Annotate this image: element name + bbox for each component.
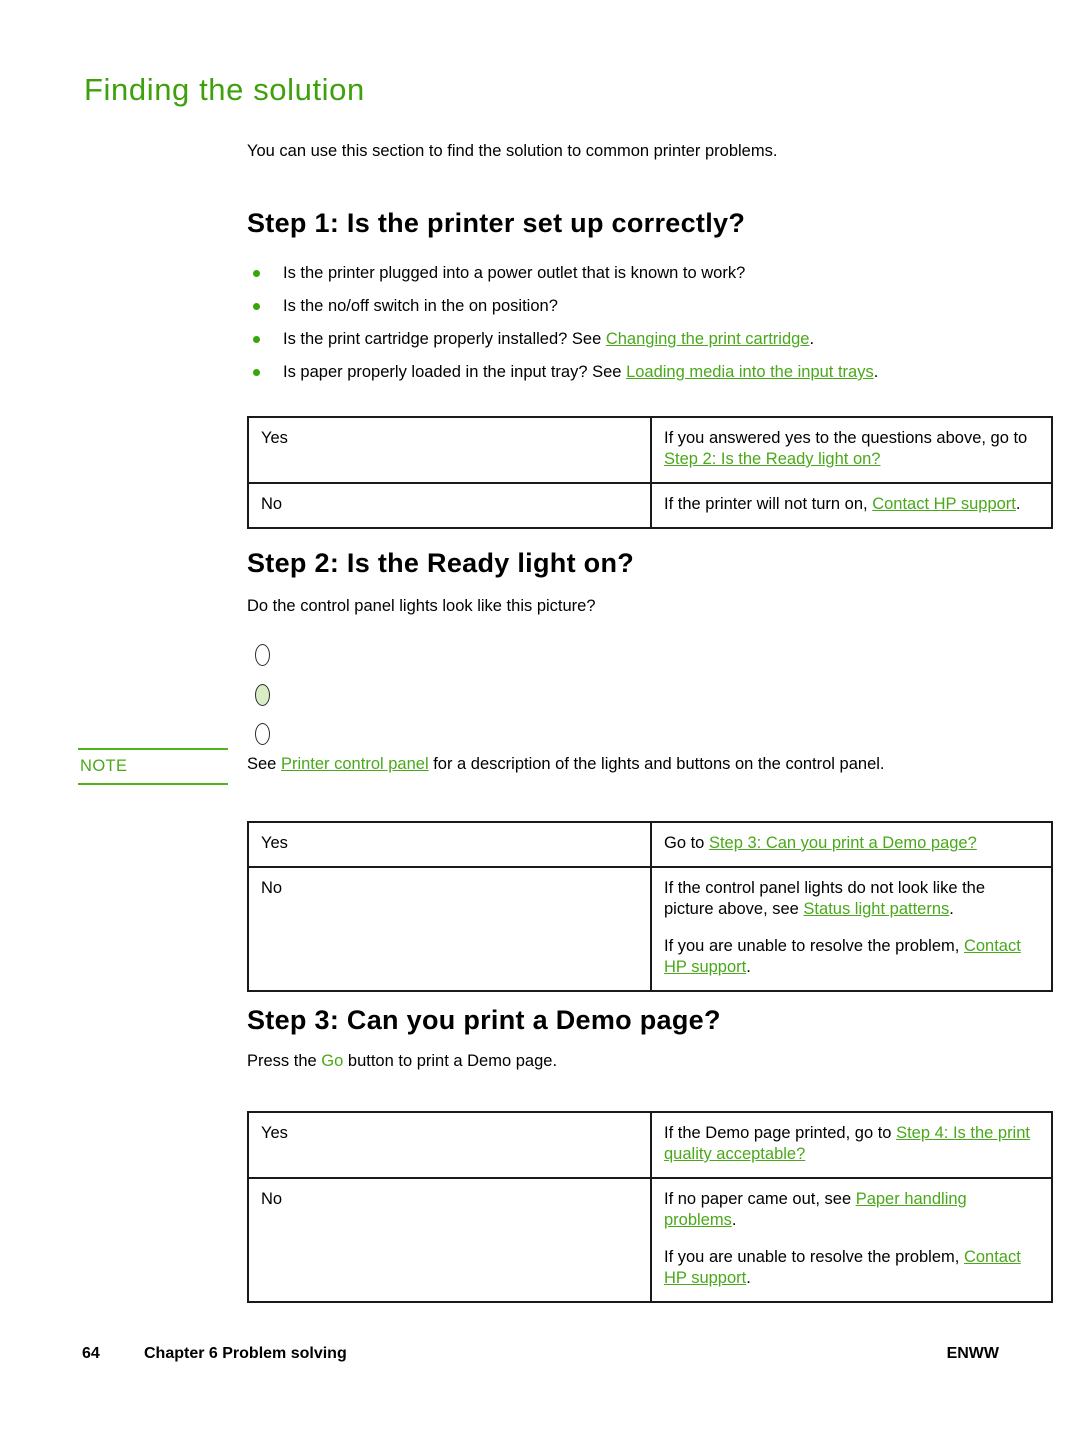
bullet-text-after: .	[809, 330, 815, 348]
answer-text-2: If you are unable to resolve the problem…	[664, 936, 1039, 978]
answer-no-cell: No	[247, 482, 652, 529]
answer-no-cell: No	[247, 1177, 652, 1303]
answer-yes-cell: Yes	[247, 1111, 652, 1179]
answer-text: If the Demo page printed, go to Step 4: …	[664, 1123, 1039, 1165]
answer-yes-cell: Yes	[247, 821, 652, 868]
answer-no-action-cell: If no paper came out, see Paper handling…	[650, 1177, 1053, 1303]
link-changing-the-print-cartridge[interactable]: Changing the print cartridge	[606, 330, 810, 348]
text-after: .	[731, 1211, 737, 1229]
answer-yes-action-cell: Go to Step 3: Can you print a Demo page?	[650, 821, 1053, 868]
bullet-text: Is the printer plugged into a power outl…	[283, 264, 746, 282]
list-item: Is the print cartridge properly installe…	[247, 328, 999, 350]
text-before: If no paper came out, see	[664, 1190, 856, 1208]
text-after: .	[746, 1269, 751, 1287]
table-row: Yes If you answered yes to the questions…	[247, 416, 1053, 484]
answer-label: Yes	[261, 834, 288, 852]
text-before: See	[247, 755, 281, 773]
text-before: Go to	[664, 834, 709, 852]
step-1-heading: Step 1: Is the printer set up correctly?	[247, 208, 746, 238]
answer-label: Yes	[261, 429, 288, 447]
step-2-intro: Do the control panel lights look like th…	[247, 595, 999, 617]
footer-left: 64 Chapter 6 Problem solving	[82, 1345, 347, 1363]
text-before: Press the	[247, 1052, 322, 1070]
checklist: Is the printer plugged into a power outl…	[247, 262, 999, 383]
answer-text-1: If no paper came out, see Paper handling…	[664, 1189, 1039, 1231]
link-loading-media-into-the-input-trays[interactable]: Loading media into the input trays	[626, 363, 874, 381]
footer-locale: ENWW	[946, 1345, 999, 1362]
page-footer: 64 Chapter 6 Problem solving ENWW	[82, 1345, 999, 1363]
step-1-checklist: Is the printer plugged into a power outl…	[247, 248, 999, 394]
step-3-intro: Press the Go button to print a Demo page…	[247, 1050, 999, 1072]
answer-label: Yes	[261, 1124, 288, 1142]
list-item: Is the printer plugged into a power outl…	[247, 262, 999, 284]
text-before: If you are unable to resolve the problem…	[664, 1248, 964, 1266]
bullet-text: Is the no/off switch in the on position?	[283, 297, 558, 315]
bullet-text-after: .	[873, 363, 879, 381]
link-contact-hp-support[interactable]: Contact HP support	[872, 495, 1016, 513]
answer-yes-cell: Yes	[247, 416, 652, 484]
answer-text: If you answered yes to the questions abo…	[664, 428, 1039, 470]
answer-no-action-cell: If the printer will not turn on, Contact…	[650, 482, 1053, 529]
page-title: Finding the solution	[84, 72, 365, 107]
table-row: No If no paper came out, see Paper handl…	[247, 1177, 1053, 1303]
document-page: Finding the solution You can use this se…	[0, 0, 1080, 1437]
note-label: NOTE	[78, 748, 228, 785]
answer-no-cell: No	[247, 866, 652, 992]
text-after: .	[949, 900, 954, 918]
step-3-answer-table: Yes If the Demo page printed, go to Step…	[247, 1111, 1053, 1303]
note-text: See Printer control panel for a descript…	[247, 748, 999, 781]
answer-text-1: If the control panel lights do not look …	[664, 878, 1039, 920]
table-row: Yes Go to Step 3: Can you print a Demo p…	[247, 821, 1053, 868]
step-3-heading: Step 3: Can you print a Demo page?	[247, 1005, 721, 1035]
go-light-icon	[255, 723, 270, 745]
table-row: No If the printer will not turn on, Cont…	[247, 482, 1053, 529]
answer-yes-action-cell: If the Demo page printed, go to Step 4: …	[650, 1111, 1053, 1179]
footer-page-number: 64	[82, 1345, 100, 1362]
answer-text-2: If you are unable to resolve the problem…	[664, 1247, 1039, 1289]
step-2-answer-table: Yes Go to Step 3: Can you print a Demo p…	[247, 821, 1053, 992]
answer-text: If the printer will not turn on, Contact…	[664, 494, 1039, 515]
control-panel-lights-figure	[247, 628, 270, 756]
footer-chapter: Chapter 6 Problem solving	[144, 1345, 347, 1362]
list-item: Is the no/off switch in the on position?	[247, 295, 999, 317]
text-before: If the Demo page printed, go to	[664, 1124, 897, 1142]
ready-light-icon	[255, 684, 270, 706]
answer-text: Go to Step 3: Can you print a Demo page?	[664, 833, 1039, 854]
answer-label: No	[261, 495, 283, 513]
attention-light-icon	[255, 644, 270, 666]
answer-no-action-cell: If the control panel lights do not look …	[650, 866, 1053, 992]
text-after: .	[1015, 495, 1021, 513]
step-3-intro-text: Press the Go button to print a Demo page…	[247, 1050, 999, 1072]
link-printer-control-panel[interactable]: Printer control panel	[281, 755, 429, 773]
answer-yes-action-cell: If you answered yes to the questions abo…	[650, 416, 1053, 484]
intro-text: You can use this section to find the sol…	[247, 142, 778, 160]
list-item: Is paper properly loaded in the input tr…	[247, 361, 999, 383]
intro-paragraph: You can use this section to find the sol…	[247, 140, 999, 162]
step-2-intro-text: Do the control panel lights look like th…	[247, 597, 596, 615]
text-before: If you answered yes to the questions abo…	[664, 429, 1028, 447]
bullet-text: Is the print cartridge properly installe…	[283, 330, 606, 348]
link-step-2-is-the-ready-light-on[interactable]: Step 2: Is the Ready light on?	[664, 450, 880, 468]
text-before: If you are unable to resolve the problem…	[664, 937, 964, 955]
answer-label: No	[261, 1190, 283, 1208]
bullet-text: Is paper properly loaded in the input tr…	[283, 363, 627, 381]
step-2-heading: Step 2: Is the Ready light on?	[247, 548, 635, 578]
link-step-3-can-you-print-a-demo-page[interactable]: Step 3: Can you print a Demo page?	[709, 834, 977, 852]
text-after: for a description of the lights and butt…	[428, 755, 885, 773]
table-row: Yes If the Demo page printed, go to Step…	[247, 1111, 1053, 1179]
link-status-light-patterns[interactable]: Status light patterns	[803, 900, 949, 918]
table-row: No If the control panel lights do not lo…	[247, 866, 1053, 992]
note-block: NOTE See Printer control panel for a des…	[78, 748, 999, 788]
go-button-label: Go	[321, 1052, 344, 1070]
answer-label: No	[261, 879, 283, 897]
text-before: If the printer will not turn on,	[664, 495, 873, 513]
step-1-answer-table: Yes If you answered yes to the questions…	[247, 416, 1053, 529]
text-after: button to print a Demo page.	[343, 1052, 558, 1070]
text-after: .	[746, 958, 751, 976]
